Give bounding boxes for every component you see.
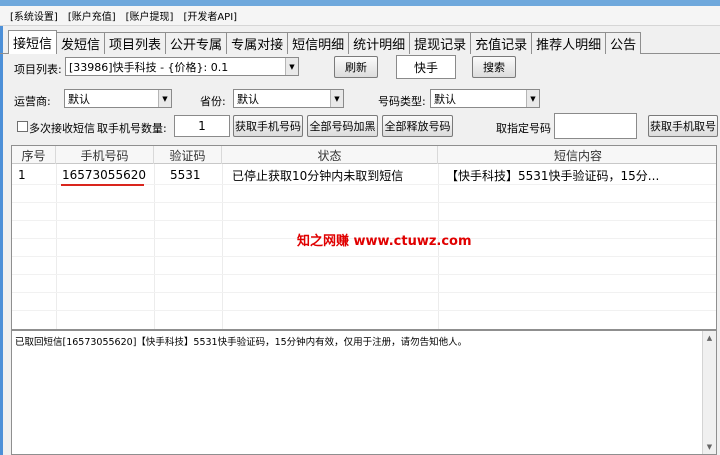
tab-bar: 接短信 发短信 项目列表 公开专属 专属对接 短信明细 统计明细 提现记录 充值…	[0, 30, 720, 54]
grid-line	[12, 202, 716, 203]
cell-phone: 16573055620	[62, 168, 146, 182]
project-label: 项目列表:	[14, 63, 62, 76]
tab-receive-sms[interactable]: 接短信	[8, 30, 58, 54]
tab-recharge-records[interactable]: 充值记录	[470, 32, 533, 54]
cell-code: 5531	[170, 168, 201, 182]
header-index[interactable]: 序号	[12, 146, 56, 164]
tab-referrer-details[interactable]: 推荐人明细	[531, 32, 607, 54]
watermark-text: 知之网赚 www.ctuwz.com	[297, 234, 472, 249]
log-scrollbar[interactable]: ▲ ▼	[702, 331, 716, 454]
header-phone[interactable]: 手机号码	[56, 146, 154, 164]
grid-line	[12, 256, 716, 257]
tab-announcements[interactable]: 公告	[605, 32, 642, 54]
carrier-label: 运营商:	[14, 95, 51, 108]
tab-stats-details[interactable]: 统计明细	[348, 32, 411, 54]
scroll-down-icon[interactable]: ▼	[703, 440, 716, 454]
province-select[interactable]: 默认 ▼	[233, 89, 344, 108]
chevron-down-icon[interactable]: ▼	[526, 90, 539, 107]
tab-withdraw-records[interactable]: 提现记录	[409, 32, 472, 54]
tab-sms-details[interactable]: 短信明细	[287, 32, 350, 54]
grid-line	[154, 164, 155, 329]
grid-line	[12, 274, 716, 275]
phone-underline	[61, 184, 144, 186]
grid-line	[56, 164, 57, 329]
chevron-down-icon[interactable]: ▼	[285, 58, 298, 75]
menubar: [系统设置] [账户充值] [账户提现] [开发者API]	[0, 6, 720, 26]
header-code[interactable]: 验证码	[154, 146, 222, 164]
grid-line	[12, 220, 716, 221]
carrier-select-value: 默认	[68, 92, 90, 106]
header-status[interactable]: 状态	[222, 146, 438, 164]
number-type-label: 号码类型:	[378, 95, 426, 108]
block-all-button[interactable]: 全部号码加黑	[307, 115, 378, 137]
project-select[interactable]: [33986]快手科技 - {价格}: 0.1 ▼	[65, 57, 299, 76]
menu-system-settings[interactable]: [系统设置]	[10, 8, 58, 23]
sms-table: 序号 手机号码 验证码 状态 短信内容 1 16573055620 5531 已…	[11, 145, 717, 330]
grid-line	[12, 310, 716, 311]
specific-number-input[interactable]	[554, 113, 637, 139]
tab-public-exclusive[interactable]: 公开专属	[165, 32, 228, 54]
tab-send-sms[interactable]: 发短信	[56, 32, 106, 54]
project-select-value: [33986]快手科技 - {价格}: 0.1	[69, 60, 229, 74]
menu-account-recharge[interactable]: [账户充值]	[68, 8, 116, 23]
multi-receive-checkbox[interactable]	[17, 121, 28, 132]
cell-status: 已停止获取10分钟内未取到短信	[232, 168, 404, 183]
chevron-down-icon[interactable]: ▼	[330, 90, 343, 107]
number-type-select[interactable]: 默认 ▼	[430, 89, 540, 108]
menu-developer-api[interactable]: [开发者API]	[183, 8, 237, 23]
province-label: 省份:	[200, 95, 226, 108]
tab-exclusive-docking[interactable]: 专属对接	[226, 32, 289, 54]
window-left-edge	[0, 26, 3, 455]
release-all-button[interactable]: 全部释放号码	[382, 115, 453, 137]
search-button[interactable]: 搜索	[472, 56, 516, 78]
menu-account-withdraw[interactable]: [账户提现]	[126, 8, 174, 23]
grid-line	[12, 292, 716, 293]
table-header: 序号 手机号码 验证码 状态 短信内容	[12, 146, 716, 164]
tab-project-list[interactable]: 项目列表	[104, 32, 167, 54]
cell-content: 【快手科技】5531快手验证码，15分...	[446, 168, 660, 183]
count-input[interactable]: 1	[174, 115, 230, 137]
log-textarea[interactable]: 已取回短信[16573055620]【快手科技】5531快手验证码，15分钟内有…	[11, 330, 717, 455]
count-label: 取手机号数量:	[97, 122, 167, 135]
get-number-button[interactable]: 获取手机号码	[233, 115, 303, 137]
get-specific-number-button[interactable]: 获取手机取号	[648, 115, 718, 137]
chevron-down-icon[interactable]: ▼	[158, 90, 171, 107]
number-type-select-value: 默认	[434, 92, 456, 106]
multi-receive-label: 多次接收短信	[29, 122, 95, 135]
grid-line	[222, 164, 223, 329]
specific-number-label: 取指定号码	[496, 122, 551, 135]
refresh-button[interactable]: 刷新	[334, 56, 378, 78]
scroll-up-icon[interactable]: ▲	[703, 331, 716, 345]
log-message: 已取回短信[16573055620]【快手科技】5531快手验证码，15分钟内有…	[15, 337, 468, 348]
carrier-select[interactable]: 默认 ▼	[64, 89, 172, 108]
header-content[interactable]: 短信内容	[438, 146, 716, 164]
cell-index: 1	[18, 168, 26, 182]
search-input[interactable]: 快手	[396, 55, 456, 79]
province-select-value: 默认	[237, 92, 259, 106]
